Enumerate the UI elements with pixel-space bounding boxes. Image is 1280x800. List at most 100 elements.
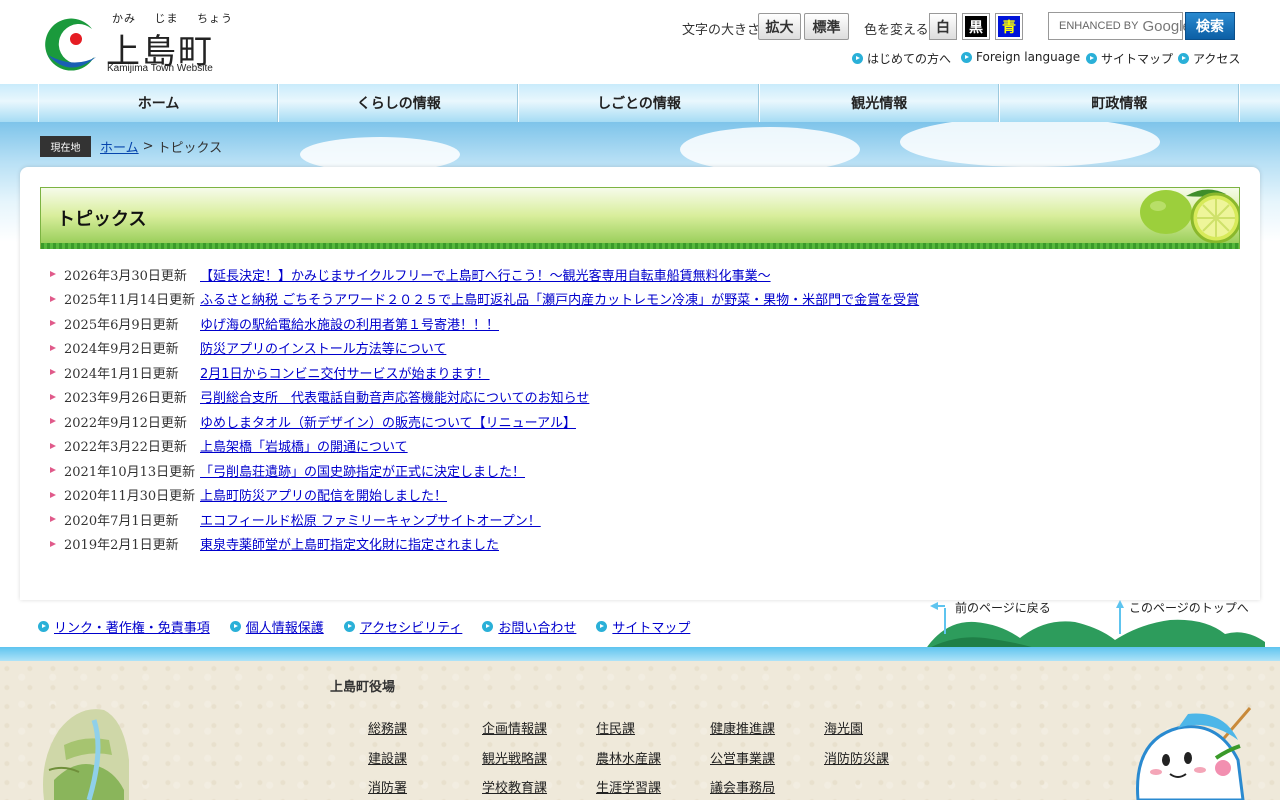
department-link[interactable]: 消防防災課 bbox=[824, 749, 938, 771]
topic-title-link[interactable]: 東泉寺薬師堂が上島町指定文化財に指定されました bbox=[200, 534, 499, 553]
department-link[interactable]: 生涯学習課 bbox=[596, 778, 710, 800]
department-link[interactable]: 海光園 bbox=[824, 719, 938, 741]
topic-date: 2022年3月22日更新 bbox=[64, 440, 187, 456]
topic-title-link[interactable]: エコフィールド松原 ファミリーキャンプサイトオープン！ bbox=[200, 510, 541, 529]
cloud bbox=[900, 122, 1160, 167]
arrow-circle-icon bbox=[38, 621, 49, 632]
topic-title-link[interactable]: 弓削総合支所 代表電話自動音声応答機能対応についてのお知らせ bbox=[200, 387, 589, 406]
nav-home[interactable]: ホーム bbox=[39, 84, 280, 122]
topic-item: 2024年9月2日更新 防災アプリのインストール方法等について bbox=[50, 336, 1230, 361]
topic-item: 2023年9月26日更新 弓削総合支所 代表電話自動音声応答機能対応についてのお知… bbox=[50, 385, 1230, 410]
topic-date: 2023年9月26日更新 bbox=[64, 391, 187, 407]
bullet-arrow-icon bbox=[50, 344, 56, 351]
arrow-circle-icon bbox=[961, 51, 972, 63]
topic-title-link[interactable]: ふるさと納税 ごちそうアワード２０２５で上島町返礼品「瀬戸内産カットレモン冷凍」… bbox=[200, 289, 919, 308]
color-change-label: 色を変える bbox=[864, 23, 929, 38]
bullet-arrow-icon bbox=[50, 467, 56, 474]
bullet-arrow-icon bbox=[50, 271, 56, 278]
topic-item: 2022年9月12日更新 ゆめしまタオル（新デザイン）の販売について【リニューアル… bbox=[50, 409, 1230, 434]
topic-title-link[interactable]: 【延長決定！】かみじまサイクルフリーで上島町へ行こう！～観光客専用自転車船賃無料… bbox=[200, 265, 771, 284]
arrow-circle-icon bbox=[1178, 53, 1189, 64]
nav-living[interactable]: くらしの情報 bbox=[279, 84, 520, 122]
bullet-arrow-icon bbox=[50, 295, 56, 302]
topic-item: 2024年1月1日更新 2月1日からコンビニ交付サービスが始まります！ bbox=[50, 360, 1230, 385]
department-link[interactable]: 健康推進課 bbox=[710, 719, 824, 741]
color-white-button[interactable]: 白 bbox=[929, 13, 957, 40]
topic-date: 2021年10月13日更新 bbox=[64, 464, 196, 480]
logo-english-name: Kamijima Town Website bbox=[107, 63, 213, 74]
topic-item: 2022年3月22日更新 上島架橋「岩城橋」の開通について bbox=[50, 434, 1230, 459]
department-link[interactable]: 消防署 bbox=[368, 778, 482, 800]
topic-date: 2024年9月2日更新 bbox=[64, 342, 179, 358]
breadcrumb-home-link[interactable]: ホーム bbox=[100, 137, 139, 156]
topic-date: 2025年11月14日更新 bbox=[64, 293, 196, 309]
cloud bbox=[680, 127, 860, 172]
topic-item: 2021年10月13日更新 「弓削島荘遺跡」の国史跡指定が正式に決定しました！ bbox=[50, 458, 1230, 483]
search-input[interactable]: ENHANCED BY Google bbox=[1048, 12, 1191, 40]
topic-title-link[interactable]: 2月1日からコンビニ交付サービスが始まります！ bbox=[200, 363, 490, 382]
department-link[interactable]: 農林水産課 bbox=[596, 749, 710, 771]
department-link[interactable]: 公営事業課 bbox=[710, 749, 824, 771]
department-link[interactable]: 学校教育課 bbox=[482, 778, 596, 800]
topic-item: 2020年11月30日更新 上島町防災アプリの配信を開始しました！ bbox=[50, 483, 1230, 508]
topic-date: 2026年3月30日更新 bbox=[64, 268, 187, 284]
arrow-circle-icon bbox=[1086, 53, 1097, 64]
back-to-top-link[interactable]: このページのトップへ bbox=[1129, 599, 1249, 616]
color-black-button[interactable]: 黒 bbox=[962, 13, 990, 40]
link-access[interactable]: アクセス bbox=[1178, 50, 1240, 67]
department-link[interactable]: 住民課 bbox=[596, 719, 710, 741]
font-size-label: 文字の大きさ bbox=[682, 23, 761, 38]
topic-date: 2019年2月1日更新 bbox=[64, 538, 179, 554]
department-link[interactable]: 観光戦略課 bbox=[482, 749, 596, 771]
arrow-circle-icon bbox=[852, 53, 863, 64]
footer-link-privacy[interactable]: 個人情報保護 bbox=[229, 617, 324, 636]
topic-item: 2026年3月30日更新 【延長決定！】かみじまサイクルフリーで上島町へ行こう！～… bbox=[50, 262, 1230, 287]
link-first-visit[interactable]: はじめての方へ bbox=[852, 50, 951, 67]
department-link[interactable]: 議会事務局 bbox=[710, 778, 824, 800]
search-button[interactable]: 検索 bbox=[1185, 12, 1235, 40]
bullet-arrow-icon bbox=[50, 393, 56, 400]
global-nav: ホーム くらしの情報 しごとの情報 観光情報 町政情報 bbox=[0, 84, 1280, 122]
topic-date: 2020年11月30日更新 bbox=[64, 489, 196, 505]
footer-link-contact[interactable]: お問い合わせ bbox=[482, 617, 576, 636]
island-fields-illustration-icon bbox=[43, 709, 129, 800]
footer-link-accessibility[interactable]: アクセシビリティ bbox=[343, 617, 462, 636]
color-blue-button[interactable]: 青 bbox=[995, 13, 1023, 40]
arrow-circle-icon bbox=[229, 621, 241, 632]
topic-title-link[interactable]: ゆげ海の駅給電給水施設の利用者第１号寄港！！！ bbox=[200, 314, 499, 333]
breadcrumb: 現在地 ホーム > トピックス bbox=[40, 135, 222, 157]
topic-title-link[interactable]: 上島町防災アプリの配信を開始しました！ bbox=[200, 485, 447, 504]
footer-links: リンク・著作権・免責事項 個人情報保護 アクセシビリティ お問い合わせ サイトマ… bbox=[38, 617, 710, 636]
breadcrumb-current: トピックス bbox=[157, 140, 223, 156]
bullet-arrow-icon bbox=[50, 442, 56, 449]
topic-title-link[interactable]: 上島架橋「岩城橋」の開通について bbox=[200, 436, 408, 455]
department-links: 総務課 企画情報課 住民課 健康推進課 海光園建設課 観光戦略課 農林水産課 公営事業課 消防防… bbox=[368, 719, 938, 800]
topic-date: 2025年6月9日更新 bbox=[64, 317, 179, 333]
bullet-arrow-icon bbox=[50, 491, 56, 498]
topic-title-link[interactable]: 防災アプリのインストール方法等について bbox=[200, 338, 446, 357]
department-link[interactable]: 建設課 bbox=[368, 749, 482, 771]
nav-business[interactable]: しごとの情報 bbox=[519, 84, 760, 122]
department-link[interactable]: 企画情報課 bbox=[482, 719, 596, 741]
topic-title-link[interactable]: 「弓削島荘遺跡」の国史跡指定が正式に決定しました！ bbox=[200, 461, 525, 480]
footer-link-sitemap[interactable]: サイトマップ bbox=[596, 617, 690, 636]
font-enlarge-button[interactable]: 拡大 bbox=[758, 13, 801, 40]
font-standard-button[interactable]: 標準 bbox=[804, 13, 849, 40]
nav-town-admin[interactable]: 町政情報 bbox=[1000, 84, 1241, 122]
page-title: トピックス bbox=[57, 209, 147, 230]
link-foreign-language[interactable]: Foreign language bbox=[961, 50, 1080, 64]
link-sitemap[interactable]: サイトマップ bbox=[1086, 50, 1173, 67]
office-name: 上島町役場 bbox=[330, 680, 396, 695]
footer-link-legal[interactable]: リンク・著作権・免責事項 bbox=[38, 617, 210, 636]
nav-tourism[interactable]: 観光情報 bbox=[760, 84, 1000, 122]
topic-date: 2024年1月1日更新 bbox=[64, 366, 179, 382]
topic-item: 2019年2月1日更新 東泉寺薬師堂が上島町指定文化財に指定されました bbox=[50, 532, 1230, 557]
topic-title-link[interactable]: ゆめしまタオル（新デザイン）の販売について【リニューアル】 bbox=[200, 412, 576, 431]
topic-item: 2020年7月1日更新 エコフィールド松原 ファミリーキャンプサイトオープン！ bbox=[50, 507, 1230, 532]
bullet-arrow-icon bbox=[50, 418, 56, 425]
department-link[interactable]: 総務課 bbox=[368, 719, 482, 741]
site-logo[interactable]: かみ じま ちょう 上島町 Kamijima Town Website bbox=[40, 10, 232, 76]
topic-item: 2025年6月9日更新 ゆげ海の駅給電給水施設の利用者第１号寄港！！！ bbox=[50, 311, 1230, 336]
back-to-previous-link[interactable]: 前のページに戻る bbox=[955, 599, 1051, 616]
topics-list: 2026年3月30日更新 【延長決定！】かみじまサイクルフリーで上島町へ行こう！～… bbox=[50, 262, 1230, 556]
